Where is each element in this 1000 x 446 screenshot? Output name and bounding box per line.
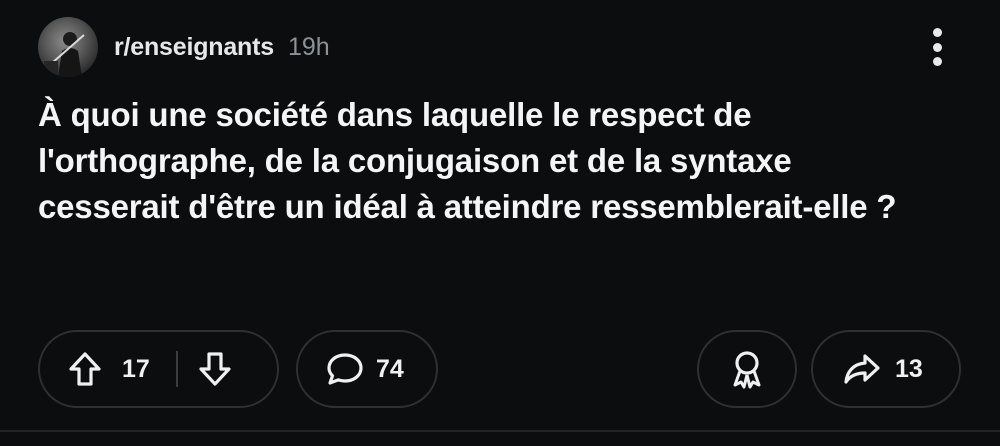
post-card[interactable]: r/enseignants 19h À quoi une société dan…	[0, 0, 1000, 432]
share-button[interactable]: 13	[811, 330, 961, 408]
award-button[interactable]	[697, 330, 797, 408]
comment-count: 74	[376, 354, 404, 383]
post-title[interactable]: À quoi une société dans laquelle le resp…	[38, 92, 918, 230]
avatar-image	[44, 32, 85, 77]
subreddit-name[interactable]: r/enseignants	[114, 33, 274, 62]
speech-bubble-icon	[326, 351, 364, 387]
vote-divider	[175, 351, 178, 387]
post-age: 19h	[287, 32, 330, 61]
post-actions: 17 74 13	[0, 330, 1000, 410]
post-header: r/enseignants 19h	[38, 16, 330, 78]
vote-control: 17	[38, 330, 279, 408]
more-options-button[interactable]	[920, 24, 954, 70]
award-ribbon-icon	[730, 349, 764, 389]
share-count: 13	[895, 354, 923, 383]
vertical-ellipsis-icon	[932, 28, 942, 37]
share-arrow-icon	[843, 352, 881, 386]
comments-button[interactable]: 74	[296, 330, 438, 408]
downvote-arrow-icon[interactable]	[198, 351, 232, 387]
vertical-ellipsis-icon-dot-2	[932, 42, 942, 52]
vertical-ellipsis-icon-dot-3	[932, 57, 942, 66]
subreddit-avatar[interactable]	[38, 17, 98, 77]
upvote-count: 17	[122, 354, 150, 383]
upvote-arrow-icon[interactable]	[68, 351, 102, 387]
post-separator	[0, 430, 1000, 432]
